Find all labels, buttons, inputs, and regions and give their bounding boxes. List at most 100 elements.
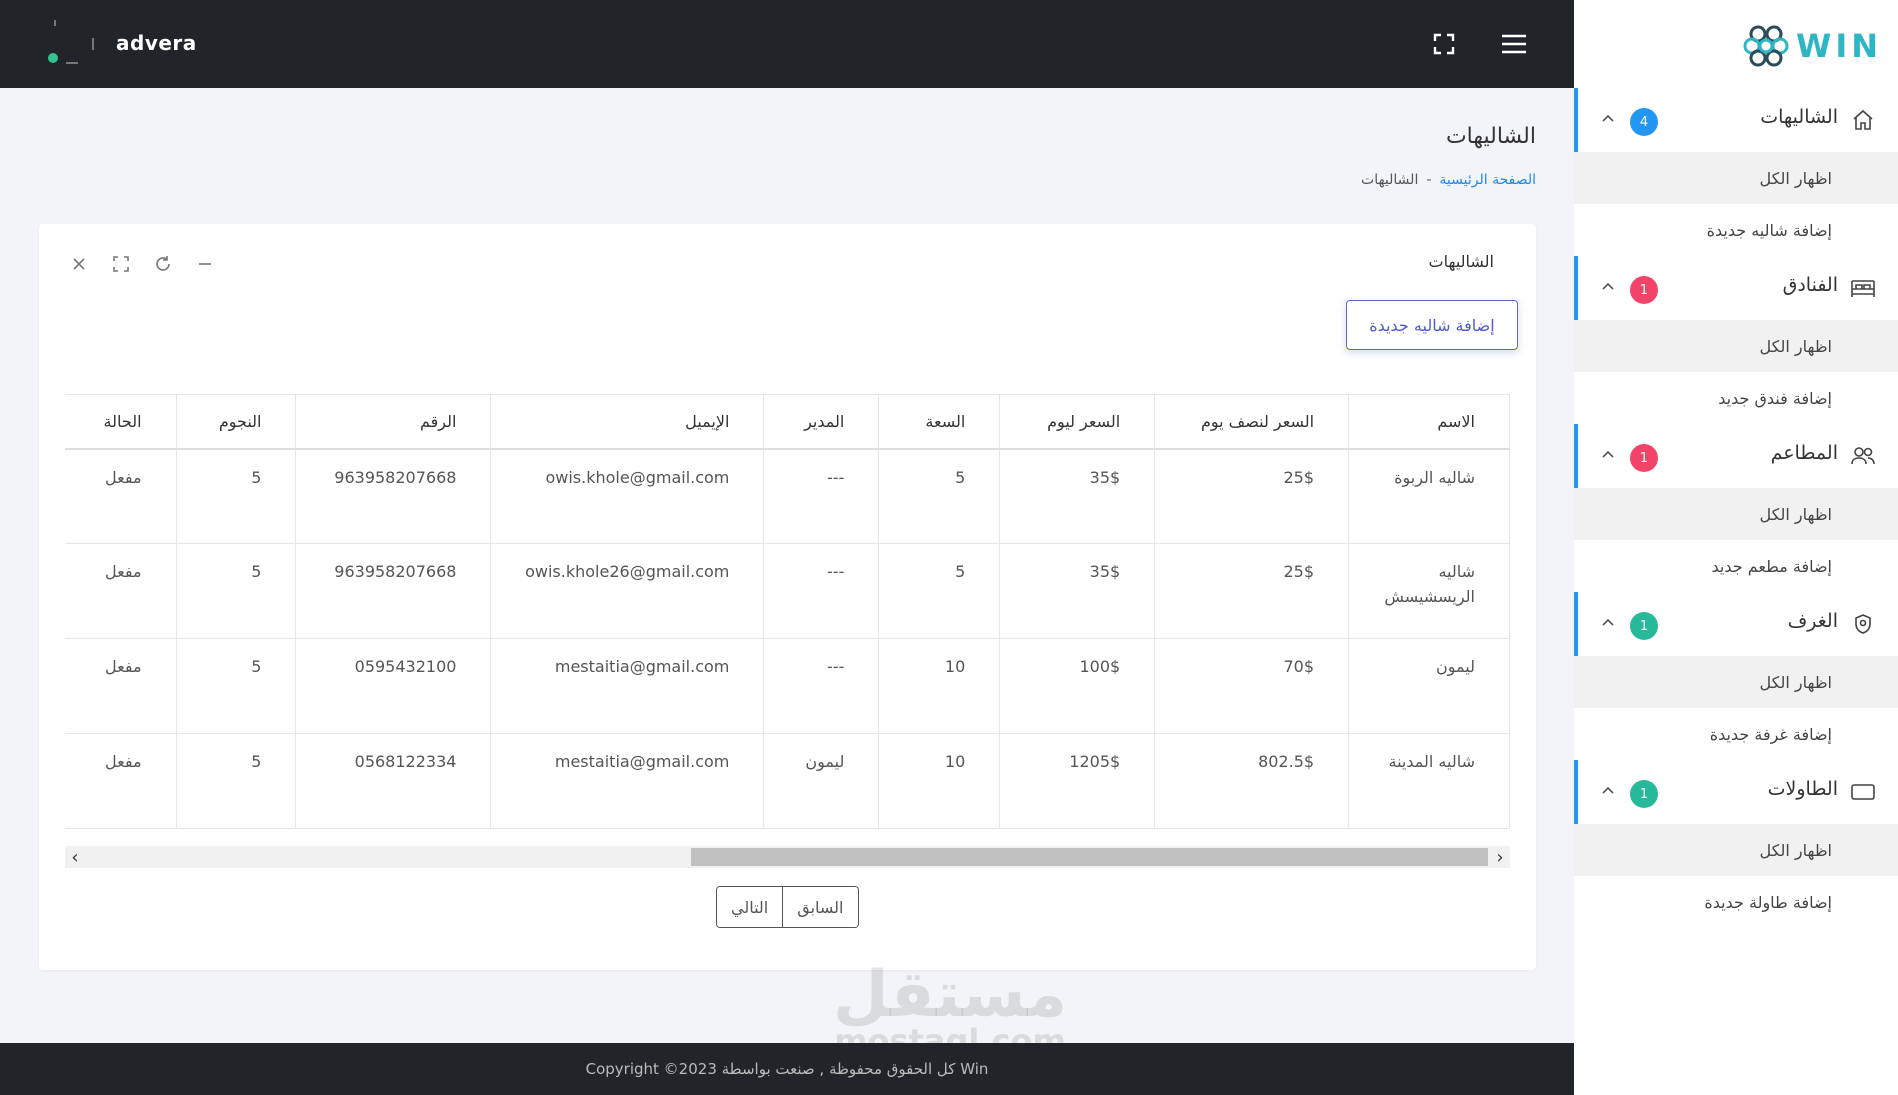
chevron-up-icon[interactable] xyxy=(1600,614,1616,630)
table-header-row: الاسم السعر لنصف يوم السعر ليوم السعة ال… xyxy=(65,394,1510,450)
sidebar-group-restaurants: المطاعم 1 اظهار الكل إضافة مطعم جديد xyxy=(1574,424,1898,592)
scroll-left-arrow-icon[interactable]: ‹ xyxy=(65,846,85,868)
table-row: شاليه المدينة 802.5$ 1205$ 10 ليمون mest… xyxy=(65,733,1510,829)
sidebar-item-restaurants[interactable]: المطاعم 1 xyxy=(1574,424,1898,488)
previous-page-button[interactable]: السابق xyxy=(783,887,858,927)
count-badge: 1 xyxy=(1630,780,1658,808)
column-header-phone[interactable]: الرقم xyxy=(295,394,491,450)
cell-half-day-price: 25$ xyxy=(1154,448,1349,544)
cell-manager: --- xyxy=(763,448,879,544)
fullscreen-icon[interactable] xyxy=(1428,28,1460,60)
page-title: الشاليهات xyxy=(1445,124,1536,149)
footer: Win كل الحقوق محفوظة , صنعت بواسطة Copyr… xyxy=(0,1043,1574,1095)
sidebar-subitem-add[interactable]: إضافة طاولة جديدة xyxy=(1574,876,1898,928)
breadcrumb-current: الشاليهات xyxy=(1361,172,1419,188)
sidebar-item-label: الغرف xyxy=(1787,610,1838,632)
shield-icon xyxy=(1850,612,1876,636)
cell-capacity: 10 xyxy=(878,733,1000,829)
add-chalet-button[interactable]: إضافة شاليه جديدة xyxy=(1346,300,1518,350)
home-icon xyxy=(1850,108,1876,132)
top-bar: advera xyxy=(0,0,1574,88)
table-row: شاليه الريسشيسش 25$ 35$ 5 --- owis.khole… xyxy=(65,543,1510,639)
sidebar-subitem-add[interactable]: إضافة غرفة جديدة xyxy=(1574,708,1898,760)
sidebar-subitem-show-all[interactable]: اظهار الكل xyxy=(1574,488,1898,540)
cell-phone: 0568122334 xyxy=(295,733,491,829)
sidebar-item-label: الفنادق xyxy=(1782,274,1838,296)
cell-capacity: 5 xyxy=(878,448,1000,544)
count-badge: 1 xyxy=(1630,276,1658,304)
sidebar-subitem-show-all[interactable]: اظهار الكل xyxy=(1574,152,1898,204)
sidebar-item-hotels[interactable]: الفنادق 1 xyxy=(1574,256,1898,320)
column-header-half-day-price[interactable]: السعر لنصف يوم xyxy=(1154,394,1349,450)
cell-email: owis.khole@gmail.com xyxy=(490,448,764,544)
chevron-up-icon[interactable] xyxy=(1600,110,1616,126)
count-badge: 1 xyxy=(1630,612,1658,640)
cell-stars: 5 xyxy=(175,448,296,544)
cell-stars: 5 xyxy=(175,733,296,829)
logo[interactable]: WIN xyxy=(1742,22,1882,70)
cell-half-day-price: 70$ xyxy=(1154,638,1349,734)
sidebar-group-chalets: الشاليهات 4 اظهار الكل إضافة شاليه جديدة xyxy=(1574,88,1898,256)
horizontal-scrollbar[interactable]: ‹ › xyxy=(65,846,1510,868)
cell-status: مفعل xyxy=(65,543,177,639)
sidebar: WIN الشاليهات 4 اظهار الكل إضافة شاليه ج… xyxy=(1574,0,1898,1095)
minimize-icon[interactable] xyxy=(195,254,215,274)
cell-phone: 963958207668 xyxy=(295,448,491,544)
scrollbar-thumb[interactable] xyxy=(691,848,1488,866)
chevron-up-icon[interactable] xyxy=(1600,446,1616,462)
bed-icon xyxy=(1850,276,1876,300)
cell-stars: 5 xyxy=(175,638,296,734)
scroll-right-arrow-icon[interactable]: › xyxy=(1490,846,1510,868)
chevron-up-icon[interactable] xyxy=(1600,278,1616,294)
cell-manager: --- xyxy=(763,638,879,734)
brand-name: advera xyxy=(116,31,197,55)
sidebar-item-label: الطاولات xyxy=(1767,778,1838,800)
cell-name: شاليه الربوة xyxy=(1348,448,1510,544)
count-badge: 1 xyxy=(1630,444,1658,472)
hamburger-menu-icon[interactable] xyxy=(1498,28,1530,60)
brand[interactable]: advera xyxy=(44,20,204,68)
logo-mark-icon xyxy=(1743,25,1789,67)
cell-half-day-price: 802.5$ xyxy=(1154,733,1349,829)
sidebar-item-chalets[interactable]: الشاليهات 4 xyxy=(1574,88,1898,152)
expand-icon[interactable] xyxy=(111,254,131,274)
table-icon xyxy=(1850,780,1876,804)
cell-manager: ليمون xyxy=(763,733,879,829)
refresh-icon[interactable] xyxy=(153,254,173,274)
logo-text: WIN xyxy=(1796,27,1882,65)
card-title: الشاليهات xyxy=(1428,252,1494,271)
cell-day-price: 1205$ xyxy=(999,733,1155,829)
column-header-capacity[interactable]: السعة xyxy=(878,394,1000,450)
cell-phone: 0595432100 xyxy=(295,638,491,734)
column-header-status[interactable]: الحالة xyxy=(65,394,177,450)
sidebar-subitem-add[interactable]: إضافة مطعم جديد xyxy=(1574,540,1898,592)
breadcrumb-separator: - xyxy=(1426,172,1432,188)
sidebar-subitem-add[interactable]: إضافة فندق جديد xyxy=(1574,372,1898,424)
cell-stars: 5 xyxy=(175,543,296,639)
cell-status: مفعل xyxy=(65,448,177,544)
brand-logo-icon xyxy=(44,20,94,68)
sidebar-item-tables[interactable]: الطاولات 1 xyxy=(1574,760,1898,824)
cell-half-day-price: 25$ xyxy=(1154,543,1349,639)
column-header-stars[interactable]: النجوم xyxy=(175,394,296,450)
column-header-manager[interactable]: المدير xyxy=(763,394,879,450)
count-badge: 4 xyxy=(1630,108,1658,136)
breadcrumb: الصفحة الرئيسية-الشاليهات xyxy=(1361,172,1536,188)
sidebar-subitem-add[interactable]: إضافة شاليه جديدة xyxy=(1574,204,1898,256)
breadcrumb-home-link[interactable]: الصفحة الرئيسية xyxy=(1439,172,1536,188)
sidebar-subitem-show-all[interactable]: اظهار الكل xyxy=(1574,824,1898,876)
column-header-name[interactable]: الاسم xyxy=(1348,394,1510,450)
sidebar-item-rooms[interactable]: الغرف 1 xyxy=(1574,592,1898,656)
close-icon[interactable] xyxy=(69,254,89,274)
cell-day-price: 35$ xyxy=(999,543,1155,639)
sidebar-group-rooms: الغرف 1 اظهار الكل إضافة غرفة جديدة xyxy=(1574,592,1898,760)
chevron-up-icon[interactable] xyxy=(1600,782,1616,798)
column-header-email[interactable]: الإيميل xyxy=(490,394,764,450)
cell-capacity: 5 xyxy=(878,543,1000,639)
next-page-button[interactable]: التالي xyxy=(717,887,784,927)
sidebar-subitem-show-all[interactable]: اظهار الكل xyxy=(1574,656,1898,708)
cell-email: mestaitia@gmail.com xyxy=(490,733,764,829)
cell-phone: 963958207668 xyxy=(295,543,491,639)
sidebar-subitem-show-all[interactable]: اظهار الكل xyxy=(1574,320,1898,372)
column-header-day-price[interactable]: السعر ليوم xyxy=(999,394,1155,450)
